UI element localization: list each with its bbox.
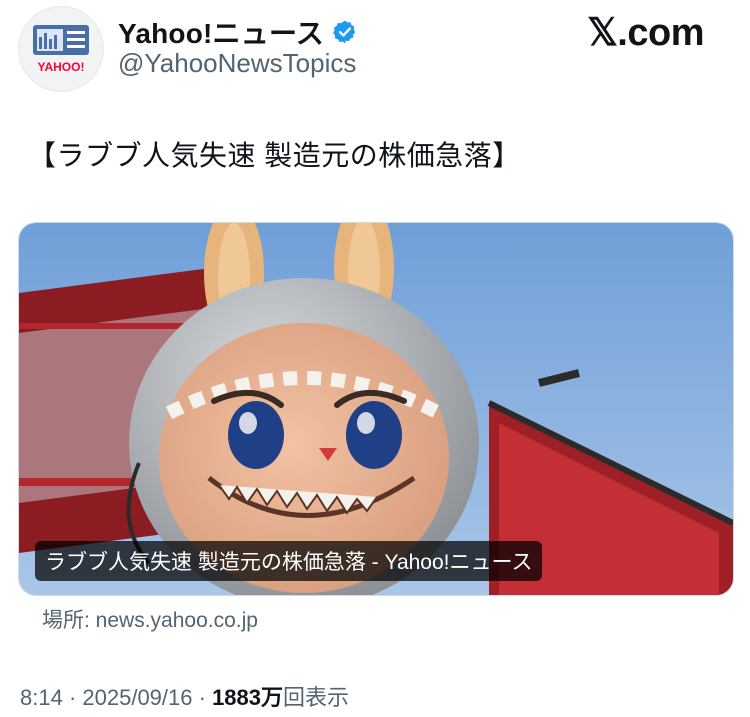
meta-separator: · [62, 685, 83, 710]
card-caption: ラブブ人気失速 製造元の株価急落 - Yahoo!ニュース [35, 541, 543, 581]
svg-text:YAHOO!: YAHOO! [38, 60, 85, 74]
tweet-date[interactable]: 2025/09/16 [82, 685, 192, 710]
verified-badge-icon [333, 20, 356, 44]
tweet-screenshot: YAHOO! Yahoo!ニュース @YahooNewsTopics 𝕏.com… [0, 0, 750, 717]
x-brand-logo: 𝕏.com [587, 12, 704, 54]
meta-separator-2: · [192, 685, 213, 710]
tweet-meta: 8:14 · 2025/09/16 · 1883万回表示 [20, 680, 349, 712]
views-count: 1883 [212, 685, 262, 710]
author-handle[interactable]: @YahooNewsTopics [118, 48, 356, 79]
card-image [19, 223, 733, 595]
views-label: 回表示 [283, 685, 350, 710]
tweet-text: 【ラブブ人気失速 製造元の株価急落】 [28, 140, 521, 171]
author-avatar[interactable]: YAHOO! [18, 6, 104, 92]
link-card[interactable]: ラブブ人気失速 製造元の株価急落 - Yahoo!ニュース [18, 222, 734, 596]
yahoo-news-logo-icon: YAHOO! [33, 25, 89, 74]
author-name-row[interactable]: Yahoo!ニュース [118, 12, 358, 52]
tweet-time[interactable]: 8:14 [20, 685, 63, 710]
views-unit: 万 [261, 685, 284, 710]
card-source[interactable]: 場所: news.yahoo.co.jp [42, 604, 258, 634]
author-display-name[interactable]: Yahoo!ニュース [118, 12, 324, 52]
